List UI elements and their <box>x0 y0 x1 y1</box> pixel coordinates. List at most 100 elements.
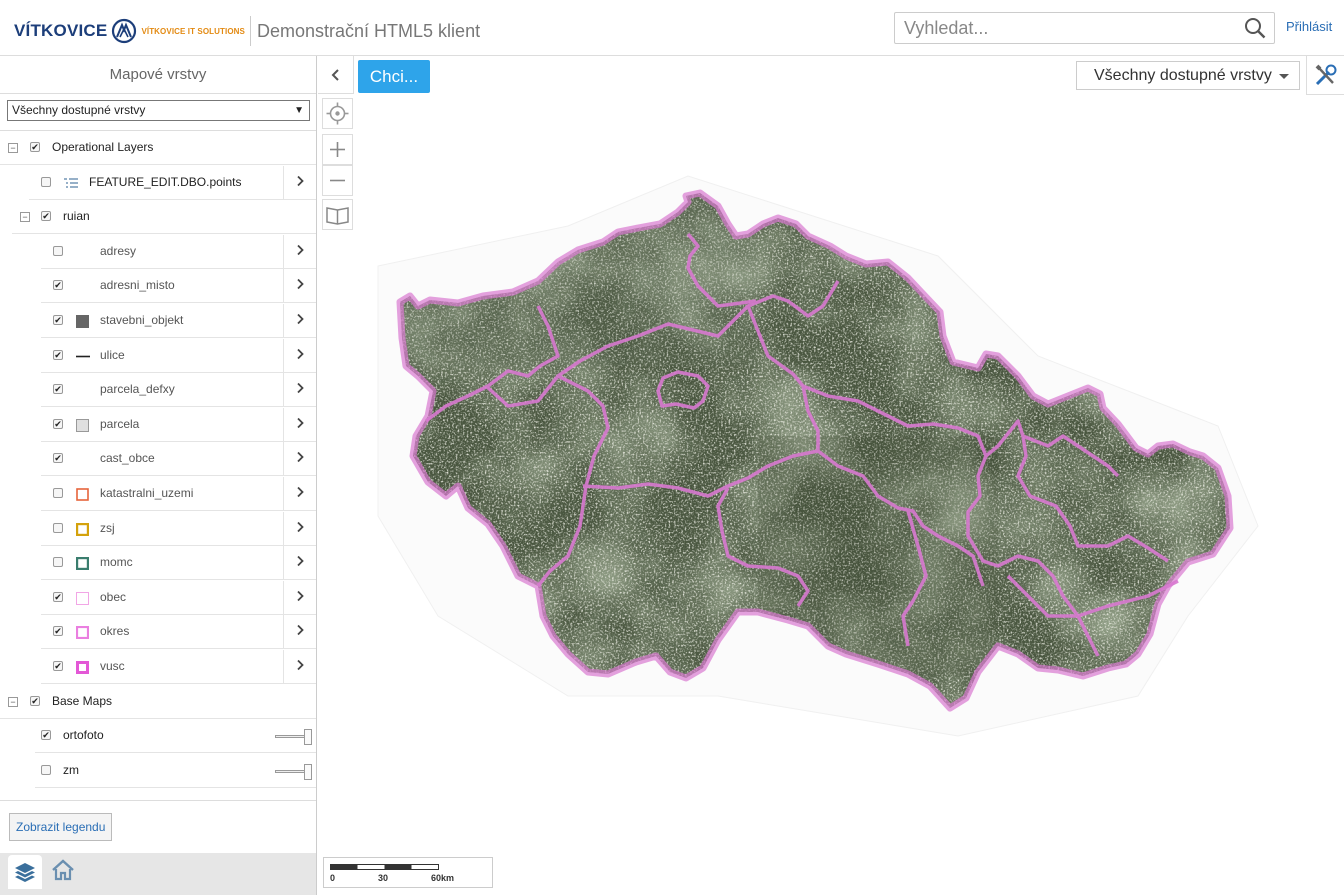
layer-row-feature-edit-dbo-points[interactable]: FEATURE_EDIT.DBO.points <box>29 166 316 200</box>
layer-details-button[interactable] <box>283 339 316 372</box>
layer-details-button[interactable] <box>283 235 316 268</box>
layer-label: adresni_misto <box>100 278 175 292</box>
layer-checkbox[interactable]: ✔ <box>30 142 40 152</box>
layer-checkbox[interactable] <box>53 488 63 498</box>
layer-row-katastralni-uzemi[interactable]: katastralni_uzemi <box>41 477 316 511</box>
zoom-out-button[interactable] <box>322 165 353 196</box>
layer-row-zm[interactable]: zm <box>35 754 316 788</box>
layer-row-adresni-misto[interactable]: ✔ adresni_misto <box>41 269 316 303</box>
layer-label: Base Maps <box>52 694 113 708</box>
layer-row-momc[interactable]: momc <box>41 546 316 580</box>
layer-details-button[interactable] <box>283 442 316 475</box>
hint-button[interactable]: Chci... <box>358 60 430 93</box>
layer-checkbox[interactable] <box>53 523 63 533</box>
layer-checkbox[interactable] <box>41 177 51 187</box>
map-view[interactable]: Chci... Všechny dostupné vrstvy 0 30 60k… <box>318 56 1344 895</box>
search-input[interactable] <box>895 13 1235 43</box>
layer-checkbox[interactable]: ✔ <box>53 419 63 429</box>
layer-details-button[interactable] <box>283 477 316 510</box>
chevron-right-icon <box>297 555 304 567</box>
layer-details-button[interactable] <box>283 512 316 545</box>
layer-filter-value: Všechny dostupné vrstvy <box>12 103 146 117</box>
box-pink-thin-symbol-icon <box>76 592 89 605</box>
layer-label: adresy <box>100 244 137 258</box>
layer-row-vusc[interactable]: ✔ vusc <box>41 650 316 684</box>
chevron-right-icon <box>297 486 304 498</box>
fill-gray-symbol-icon <box>76 315 89 328</box>
layer-label: ortofoto <box>63 728 104 742</box>
box-lightgray-symbol-icon <box>76 419 89 432</box>
layer-checkbox[interactable]: ✔ <box>53 384 63 394</box>
layer-checkbox[interactable]: ✔ <box>53 626 63 636</box>
list-icon-symbol-icon <box>64 177 78 190</box>
map-canvas[interactable] <box>318 56 1344 895</box>
layer-label: zm <box>63 763 79 777</box>
plus-icon <box>330 142 345 157</box>
layer-checkbox[interactable]: ✔ <box>53 661 63 671</box>
show-legend-button[interactable]: Zobrazit legendu <box>9 813 113 841</box>
chevron-right-icon <box>297 590 304 602</box>
layer-row-zsj[interactable]: zsj <box>41 512 316 546</box>
layer-checkbox[interactable]: ✔ <box>41 211 51 221</box>
layer-checkbox[interactable]: ✔ <box>30 696 40 706</box>
layer-checkbox[interactable] <box>53 557 63 567</box>
opacity-slider[interactable] <box>275 729 312 745</box>
layer-checkbox[interactable]: ✔ <box>41 730 51 740</box>
layer-checkbox[interactable] <box>53 246 63 256</box>
layer-row-obec[interactable]: ✔ obec <box>41 581 316 615</box>
home-icon <box>52 859 74 881</box>
locate-icon <box>326 102 349 125</box>
tab-home[interactable] <box>50 857 76 883</box>
opacity-slider[interactable] <box>275 764 312 780</box>
search-icon[interactable] <box>1244 17 1266 39</box>
dropdown-arrow-icon: ▼ <box>294 105 304 116</box>
box-magenta-symbol-icon <box>76 661 89 674</box>
slider-thumb[interactable] <box>304 729 312 745</box>
layer-row-base-maps[interactable]: − ✔ Base Maps <box>0 685 316 719</box>
layer-details-button[interactable] <box>283 408 316 441</box>
layer-details-button[interactable] <box>283 373 316 406</box>
layer-details-button[interactable] <box>283 166 316 199</box>
layer-checkbox[interactable]: ✔ <box>53 350 63 360</box>
layer-row-ruian[interactable]: − ✔ ruian <box>12 200 316 234</box>
layer-details-button[interactable] <box>283 581 316 614</box>
login-link[interactable]: Přihlásit <box>1286 19 1332 34</box>
collapse-toggle-icon[interactable]: − <box>8 697 18 707</box>
zoom-in-button[interactable] <box>322 134 353 165</box>
layer-row-cast-obce[interactable]: ✔ cast_obce <box>41 442 316 476</box>
tools-button[interactable] <box>1306 56 1344 95</box>
scale-label-end: 60km <box>431 873 455 883</box>
layer-filter-select[interactable]: Všechny dostupné vrstvy ▼ <box>7 100 310 121</box>
layer-checkbox[interactable]: ✔ <box>53 453 63 463</box>
collapse-toggle-icon[interactable]: − <box>8 143 18 153</box>
layer-checkbox[interactable] <box>41 765 51 775</box>
layer-row-parcela-defxy[interactable]: ✔ parcela_defxy <box>41 373 316 407</box>
slider-thumb[interactable] <box>304 764 312 780</box>
map-layers-dropdown-value: Všechny dostupné vrstvy <box>1094 67 1272 84</box>
box-pink-symbol-icon <box>75 625 90 640</box>
book-icon <box>326 207 349 225</box>
layer-row-parcela[interactable]: ✔ parcela <box>41 408 316 442</box>
layer-details-button[interactable] <box>283 304 316 337</box>
layer-row-stavebni-objekt[interactable]: ✔ stavebni_objekt <box>41 304 316 338</box>
layer-row-ulice[interactable]: ✔ ulice <box>41 339 316 373</box>
layer-row-ortofoto[interactable]: ✔ ortofoto <box>35 719 316 753</box>
layer-row-operational-layers[interactable]: − ✔ Operational Layers <box>0 131 316 165</box>
logo-text: VÍTKOVICE <box>14 21 108 40</box>
bookmarks-button[interactable] <box>322 199 353 230</box>
locate-button[interactable] <box>322 98 353 129</box>
map-layers-dropdown[interactable]: Všechny dostupné vrstvy <box>1076 61 1300 90</box>
collapse-sidebar-button[interactable] <box>318 56 354 94</box>
layer-details-button[interactable] <box>283 650 316 683</box>
layer-checkbox[interactable]: ✔ <box>53 315 63 325</box>
layer-checkbox[interactable]: ✔ <box>53 280 63 290</box>
tab-layers[interactable] <box>8 855 42 889</box>
layer-details-button[interactable] <box>283 546 316 579</box>
collapse-toggle-icon[interactable]: − <box>20 212 30 222</box>
layer-details-button[interactable] <box>283 269 316 302</box>
layer-row-adresy[interactable]: adresy <box>41 235 316 269</box>
layer-checkbox[interactable]: ✔ <box>53 592 63 602</box>
layer-row-okres[interactable]: ✔ okres <box>41 615 316 649</box>
sidebar-title: Mapové vrstvy <box>0 56 316 94</box>
layer-details-button[interactable] <box>283 615 316 648</box>
